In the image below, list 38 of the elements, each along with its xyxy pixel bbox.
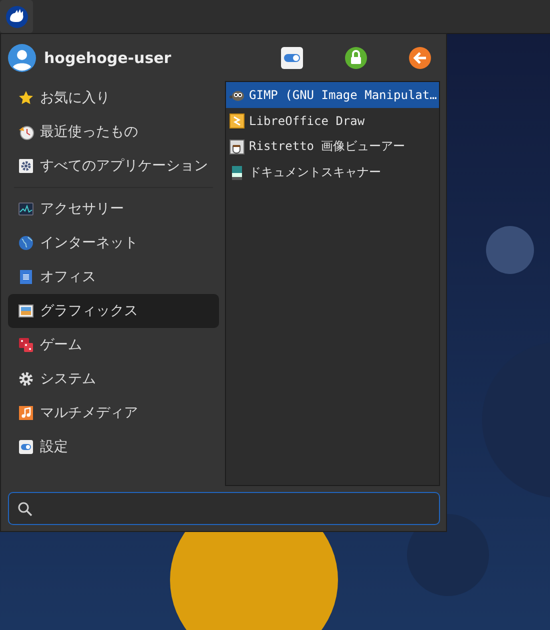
wallpaper-circle [486, 226, 534, 274]
category-item[interactable]: システム [8, 362, 219, 396]
app-item[interactable]: ドキュメントスキャナー [226, 160, 439, 186]
category-item[interactable]: グラフィックス [8, 294, 219, 328]
toggle-switch-icon [18, 438, 34, 455]
search-field[interactable] [8, 492, 440, 525]
dice-icon [18, 336, 34, 353]
music-note-icon [18, 404, 34, 421]
category-item[interactable]: アクセサリー [8, 192, 219, 226]
drawing-app-icon [229, 112, 245, 129]
monitor-icon [18, 200, 34, 217]
category-item[interactable]: インターネット [8, 226, 219, 260]
settings-button[interactable] [280, 46, 304, 70]
gear-icon [18, 158, 34, 174]
app-item[interactable]: Ristretto 画像ビューアー [226, 134, 439, 160]
user-name: hogehoge-user [44, 48, 172, 67]
user-avatar-icon [8, 44, 36, 72]
logout-button[interactable] [408, 46, 432, 70]
cup-icon [229, 138, 245, 155]
category-item[interactable]: ゲーム [8, 328, 219, 362]
search-icon [17, 500, 33, 517]
app-item[interactable]: GIMP (GNU Image Manipulat… [226, 82, 439, 108]
category-item[interactable]: 設定 [8, 430, 219, 464]
clock-icon [18, 124, 34, 140]
category-item[interactable]: お気に入り [8, 80, 219, 115]
category-item[interactable]: マルチメディア [8, 396, 219, 430]
star-icon [18, 90, 34, 106]
category-item[interactable]: 最近使ったもの [8, 114, 219, 149]
image-icon [18, 302, 34, 319]
category-item[interactable]: オフィス [8, 260, 219, 294]
app-item[interactable]: LibreOffice Draw [226, 108, 439, 134]
lock-button[interactable] [344, 46, 368, 70]
gear-icon [18, 370, 34, 387]
scanner-icon [229, 164, 245, 181]
app-menu-button[interactable] [0, 0, 33, 33]
globe-icon [18, 234, 34, 251]
category-item[interactable]: すべてのアプリケーション [8, 148, 219, 183]
document-icon [18, 268, 34, 285]
